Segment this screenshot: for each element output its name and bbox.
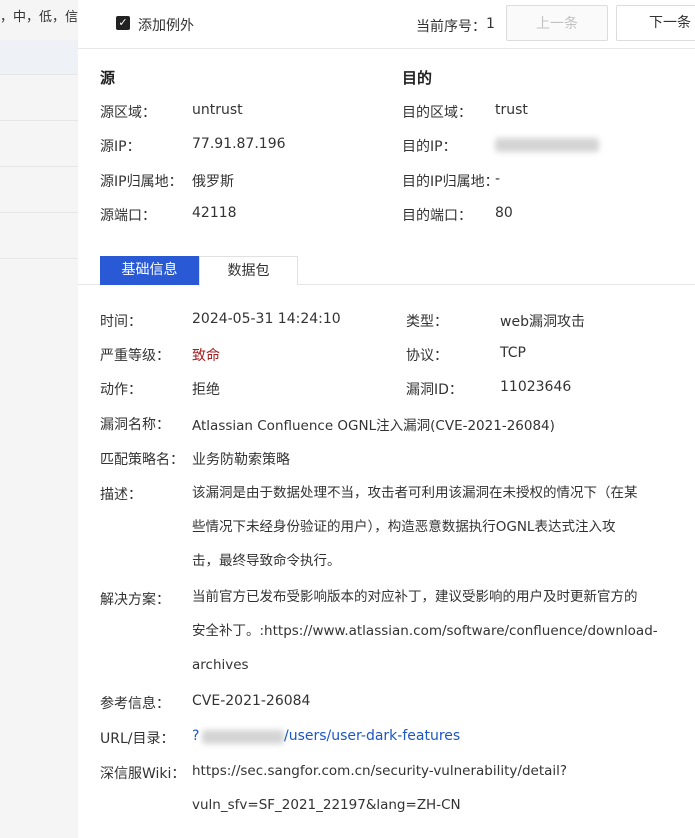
url-prefix: ? bbox=[192, 728, 200, 744]
severity-label: 严重等级： bbox=[100, 348, 170, 364]
source-section-title: 源 bbox=[100, 69, 116, 87]
background-row-divider bbox=[0, 120, 78, 121]
action-value: 拒绝 bbox=[192, 382, 220, 398]
current-index-value: 1 bbox=[486, 16, 495, 32]
type-label: 类型： bbox=[406, 314, 448, 330]
policy-value: 业务防勒索策略 bbox=[192, 452, 290, 468]
vuln-id-value: 11023646 bbox=[500, 379, 572, 395]
time-label: 时间： bbox=[100, 314, 142, 330]
source-geo-value: 俄罗斯 bbox=[192, 174, 234, 190]
description-value: 该漏洞是由于数据处理不当，攻击者可利用该漏洞在未授权的情况下（在某 些情况下未经… bbox=[192, 476, 638, 578]
background-header-band bbox=[0, 40, 78, 74]
url-label: URL/目录： bbox=[100, 731, 175, 747]
source-geo-label: 源IP归属地： bbox=[100, 174, 183, 190]
source-port-value: 42118 bbox=[192, 205, 237, 221]
policy-label: 匹配策略名： bbox=[100, 452, 184, 468]
solution-line: 当前官方已发布受影响版本的对应补丁，建议受影响的用户及时更新官方的 bbox=[192, 589, 638, 605]
description-line: 该漏洞是由于数据处理不当，攻击者可利用该漏洞在未授权的情况下（在某 bbox=[192, 485, 638, 501]
vuln-name-value: Atlassian Confluence OGNL注入漏洞(CVE-2021-2… bbox=[192, 418, 555, 434]
tab-basic-info[interactable]: 基础信息 bbox=[100, 256, 199, 285]
add-exception-label[interactable]: 添加例外 bbox=[138, 15, 194, 35]
dest-geo-value: - bbox=[495, 171, 501, 187]
wiki-line: https://sec.sangfor.com.cn/security-vuln… bbox=[192, 763, 568, 779]
source-zone-label: 源区域： bbox=[100, 105, 156, 121]
wiki-line: vuln_sfv=SF_2021_22197&lang=ZH-CN bbox=[192, 797, 461, 813]
time-value: 2024-05-31 14:24:10 bbox=[192, 311, 341, 327]
type-value: web漏洞攻击 bbox=[500, 314, 585, 330]
dest-zone-value: trust bbox=[495, 102, 528, 118]
dest-ip-redacted bbox=[495, 138, 599, 152]
url-redacted bbox=[202, 730, 284, 744]
background-filter-text: ，中，低，信 bbox=[0, 10, 79, 25]
vuln-id-label: 漏洞ID： bbox=[406, 382, 463, 398]
vuln-name-label: 漏洞名称： bbox=[100, 417, 170, 433]
detail-toolbar: ✓ 添加例外 当前序号： 1 上一条 下一条 bbox=[78, 0, 695, 49]
solution-line: archives bbox=[192, 657, 249, 673]
url-value[interactable]: /users/user-dark-features bbox=[284, 728, 460, 744]
dest-section-title: 目的 bbox=[402, 69, 433, 87]
background-row-divider bbox=[0, 74, 78, 75]
protocol-label: 协议： bbox=[406, 348, 448, 364]
description-line: 击，最终导致命令执行。 bbox=[192, 553, 341, 569]
severity-value: 致命 bbox=[192, 348, 220, 364]
solution-line: 安全补丁。:https://www.atlassian.com/software… bbox=[192, 623, 658, 639]
solution-value: 当前官方已发布受影响版本的对应补丁，建议受影响的用户及时更新官方的 安全补丁。:… bbox=[192, 580, 658, 682]
protocol-value: TCP bbox=[500, 345, 526, 361]
reference-label: 参考信息： bbox=[100, 696, 170, 712]
solution-label: 解决方案： bbox=[100, 592, 170, 608]
dest-port-label: 目的端口： bbox=[402, 208, 472, 224]
source-zone-value: untrust bbox=[192, 102, 243, 118]
next-button[interactable]: 下一条 bbox=[616, 5, 695, 41]
background-row-divider bbox=[0, 166, 78, 167]
dest-port-value: 80 bbox=[495, 205, 513, 221]
description-label: 描述： bbox=[100, 487, 142, 503]
current-index-label: 当前序号： bbox=[416, 19, 486, 35]
source-ip-value: 77.91.87.196 bbox=[192, 136, 286, 152]
background-row-divider bbox=[0, 212, 78, 213]
dest-geo-label: 目的IP归属地： bbox=[402, 174, 499, 190]
previous-button[interactable]: 上一条 bbox=[506, 5, 608, 41]
wiki-value[interactable]: https://sec.sangfor.com.cn/security-vuln… bbox=[192, 754, 567, 822]
check-icon: ✓ bbox=[118, 16, 128, 29]
source-ip-label: 源IP： bbox=[100, 139, 141, 155]
wiki-label: 深信服Wiki： bbox=[100, 766, 186, 782]
source-port-label: 源端口： bbox=[100, 208, 156, 224]
dest-ip-label: 目的IP： bbox=[402, 139, 457, 155]
add-exception-checkbox[interactable]: ✓ bbox=[116, 16, 130, 30]
action-label: 动作： bbox=[100, 382, 142, 398]
log-detail-panel: ✓ 添加例外 当前序号： 1 上一条 下一条 源 源区域： untrust 源I… bbox=[78, 0, 695, 838]
background-table: ，中，低，信 bbox=[0, 0, 79, 838]
reference-value: CVE-2021-26084 bbox=[192, 693, 311, 709]
tab-packet[interactable]: 数据包 bbox=[199, 256, 298, 285]
background-row-divider bbox=[0, 258, 78, 259]
description-line: 些情况下未经身份验证的用户），构造恶意数据执行OGNL表达式注入攻 bbox=[192, 519, 616, 535]
dest-zone-label: 目的区域： bbox=[402, 105, 472, 121]
